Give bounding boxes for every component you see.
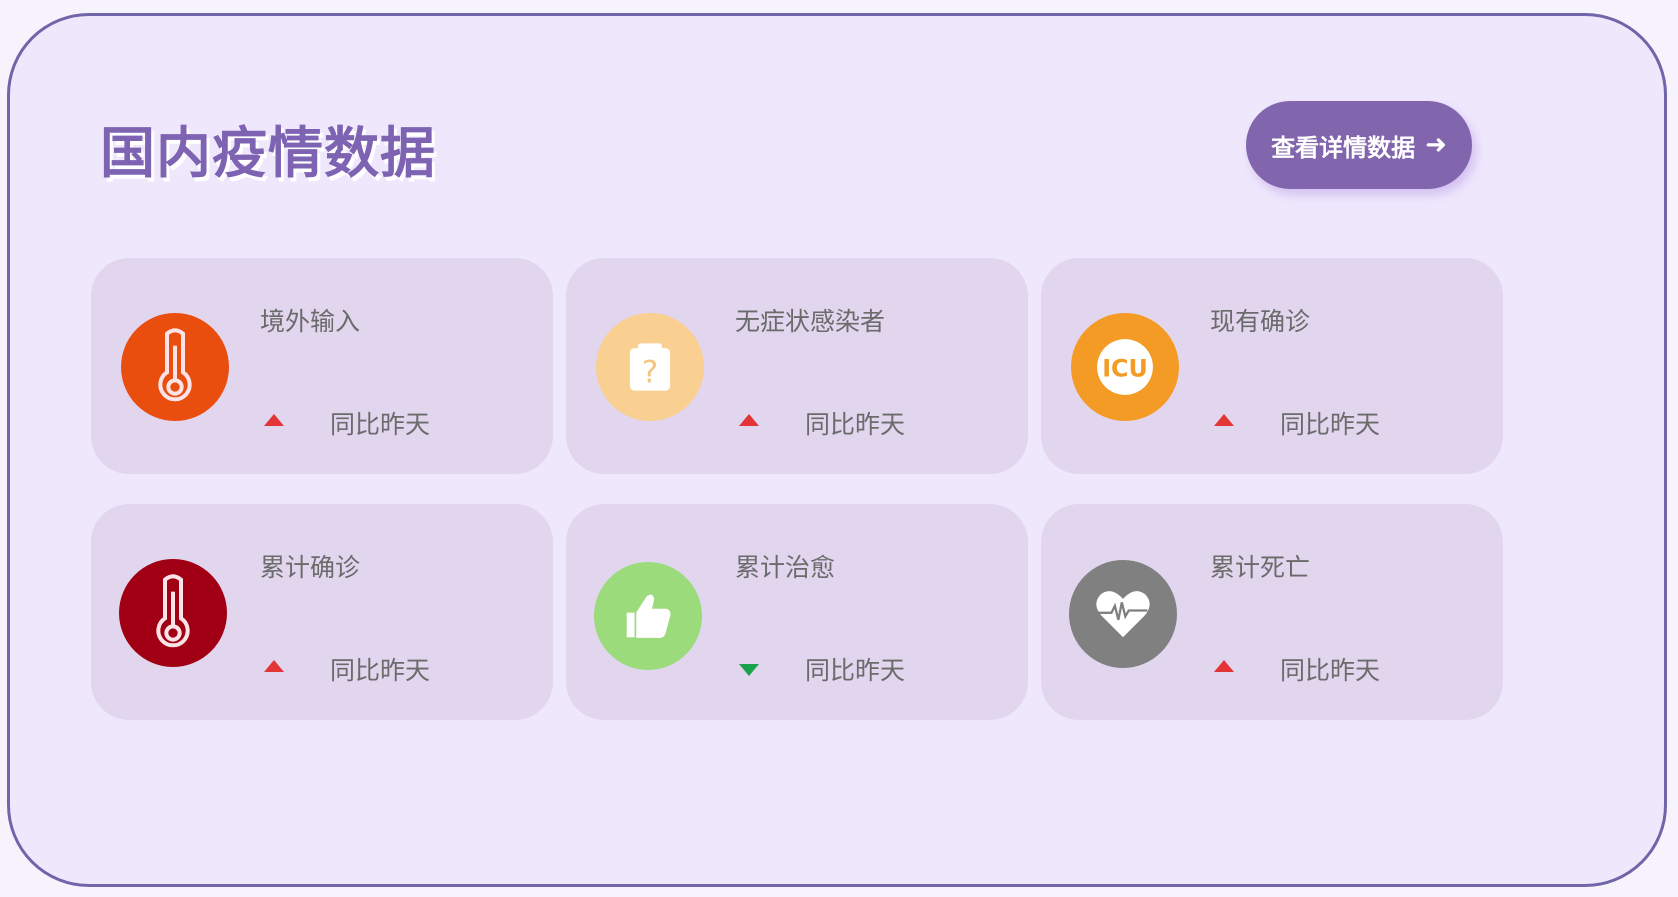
- thermometer-icon: [119, 559, 227, 667]
- compare-label: 同比昨天: [1280, 410, 1381, 439]
- trend-up-icon: [264, 414, 284, 426]
- card-title: 现有确诊: [1210, 307, 1311, 336]
- stat-card-imported[interactable]: 境外输入 同比昨天: [91, 258, 553, 474]
- compare-label: 同比昨天: [805, 410, 906, 439]
- epidemic-data-panel: 国内疫情数据 查看详情数据 ➜ 境外输入 同比昨天 ? 无症状感染者 同比昨天: [7, 13, 1667, 887]
- thumbs-up-icon: [594, 562, 702, 670]
- view-details-button[interactable]: 查看详情数据 ➜: [1246, 101, 1472, 189]
- arrow-right-icon: ➜: [1425, 130, 1447, 160]
- stat-card-current-confirmed[interactable]: ICU 现有确诊 同比昨天: [1041, 258, 1503, 474]
- card-title: 累计死亡: [1210, 553, 1311, 582]
- thermometer-icon: [121, 313, 229, 421]
- trend-down-icon: [739, 664, 759, 676]
- compare-label: 同比昨天: [805, 656, 906, 685]
- trend-up-icon: [739, 414, 759, 426]
- trend-up-icon: [1214, 660, 1234, 672]
- stat-card-total-cured[interactable]: 累计治愈 同比昨天: [566, 504, 1028, 720]
- stat-card-total-deaths[interactable]: 累计死亡 同比昨天: [1041, 504, 1503, 720]
- heartbeat-icon: [1069, 560, 1177, 668]
- compare-label: 同比昨天: [330, 410, 431, 439]
- compare-label: 同比昨天: [330, 656, 431, 685]
- svg-text:?: ?: [642, 354, 658, 390]
- card-title: 无症状感染者: [735, 307, 886, 336]
- card-title: 累计治愈: [735, 553, 836, 582]
- question-clipboard-icon: ?: [596, 313, 704, 421]
- trend-up-icon: [1214, 414, 1234, 426]
- compare-label: 同比昨天: [1280, 656, 1381, 685]
- stat-card-asymptomatic[interactable]: ? 无症状感染者 同比昨天: [566, 258, 1028, 474]
- card-title: 累计确诊: [260, 553, 361, 582]
- svg-text:ICU: ICU: [1102, 354, 1148, 382]
- view-details-label: 查看详情数据: [1271, 133, 1416, 162]
- page-title: 国内疫情数据: [100, 121, 437, 185]
- trend-up-icon: [264, 660, 284, 672]
- card-title: 境外输入: [260, 307, 361, 336]
- stat-card-total-confirmed[interactable]: 累计确诊 同比昨天: [91, 504, 553, 720]
- icu-icon: ICU: [1071, 313, 1179, 421]
